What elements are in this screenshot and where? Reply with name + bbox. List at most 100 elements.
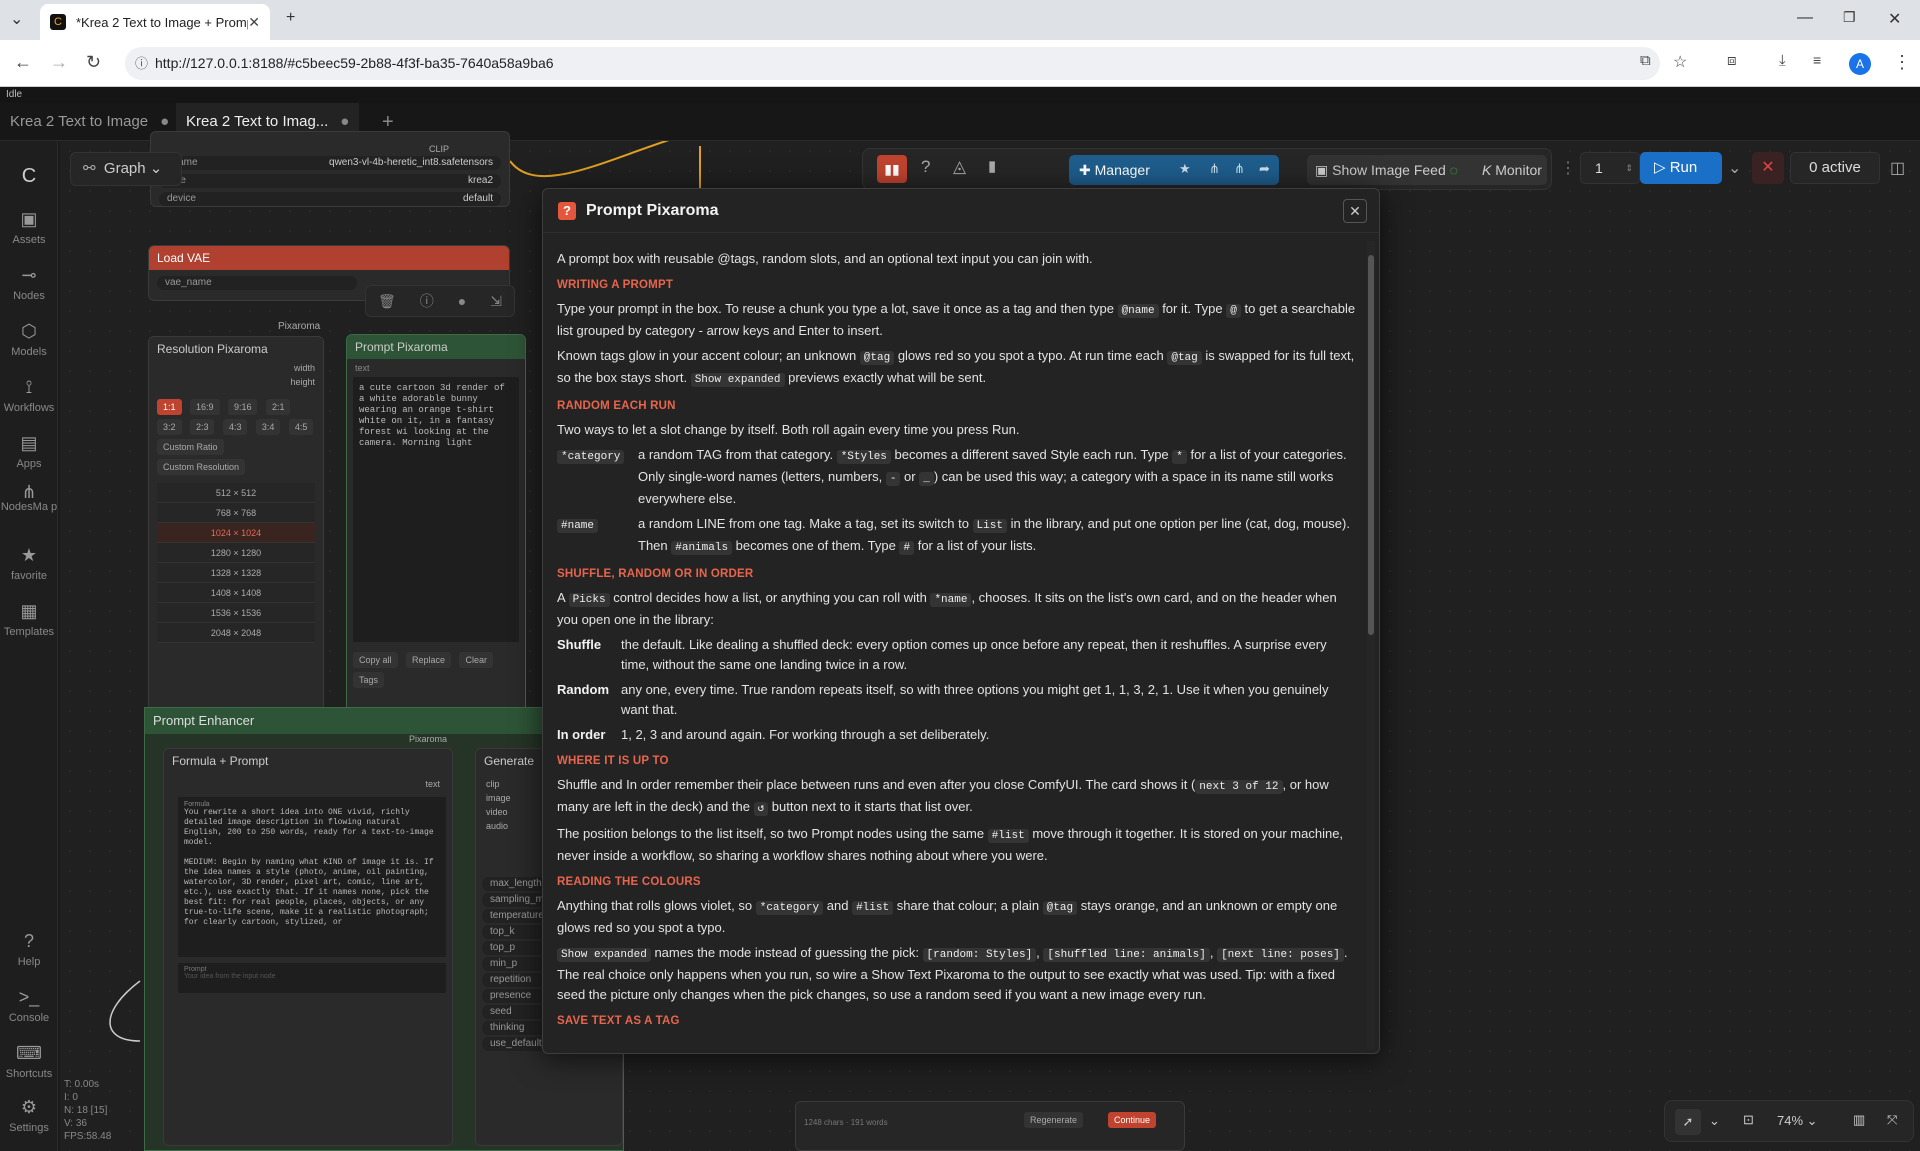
copy-all-button[interactable]: Copy all: [353, 652, 398, 668]
ratio-chip[interactable]: 4:5: [288, 419, 314, 435]
help-icon[interactable]: ?: [921, 157, 930, 177]
back-icon[interactable]: ←: [14, 52, 32, 73]
address-bar[interactable]: ⓘ http://127.0.0.1:8188/#c5beec59-2b88-4…: [125, 47, 1660, 80]
stats-icon[interactable]: ▮▮: [877, 155, 907, 183]
pixaroma-logo-icon[interactable]: ◬: [953, 157, 966, 177]
cancel-queue-icon[interactable]: ✕: [1752, 152, 1784, 184]
ratio-chip[interactable]: 1:1: [157, 399, 182, 415]
run-button[interactable]: ▷ Run: [1640, 152, 1722, 184]
site-info-icon[interactable]: ⓘ: [135, 47, 148, 80]
window-close-icon[interactable]: ✕: [1888, 9, 1901, 29]
star-icon[interactable]: ★: [1179, 161, 1191, 177]
fit-view-icon[interactable]: ⊡: [1743, 1112, 1754, 1128]
bookmark-star-icon[interactable]: ☆: [1673, 52, 1687, 72]
reload-icon[interactable]: ↻: [86, 52, 101, 73]
sidebar-item-nodesmap[interactable]: ⋔ NodesMa p: [0, 483, 58, 513]
replace-button[interactable]: Replace: [405, 652, 451, 668]
tab-search-icon[interactable]: ⌄: [10, 9, 23, 29]
extensions-icon[interactable]: ⧈: [1727, 52, 1737, 69]
downloads-icon[interactable]: ⤓: [1779, 52, 1786, 69]
sidebar-item-favorite[interactable]: ★ favorite: [0, 545, 58, 582]
restore-icon[interactable]: ❐: [1843, 9, 1856, 26]
stepper-icon[interactable]: ⇕: [1625, 153, 1633, 183]
formula-prompt-node[interactable]: Formula + Prompt text Formula You rewrit…: [163, 748, 453, 1146]
run-options-chevron-icon[interactable]: ⌄: [1728, 158, 1741, 178]
forward-icon[interactable]: →: [50, 52, 68, 73]
graph-breadcrumb[interactable]: ⚯ Graph ⌄: [70, 152, 182, 186]
dialog-close-button[interactable]: ✕: [1343, 199, 1367, 223]
profile-avatar[interactable]: A: [1849, 53, 1871, 75]
custom-resolution-button[interactable]: Custom Resolution: [157, 459, 246, 475]
prompt-textarea[interactable]: a cute cartoon 3d render of a white ador…: [353, 377, 519, 642]
size-option[interactable]: 1328 × 1328: [157, 563, 315, 583]
sidebar-item-workflows[interactable]: ⟟ Workflows: [0, 377, 58, 414]
continue-button[interactable]: Continue: [1108, 1112, 1157, 1128]
graph-stats: T: 0.00s I: 0 N: 18 [15] V: 36 FPS:58.48: [64, 1078, 111, 1143]
size-option[interactable]: 2048 × 2048: [157, 623, 315, 643]
browser-tab[interactable]: C *Krea 2 Text to Image + Prompt ✕: [40, 4, 270, 40]
sidebar-item-shortcuts[interactable]: ⌨ Shortcuts: [0, 1043, 58, 1080]
comfy-logo-icon[interactable]: C: [0, 165, 58, 192]
custom-ratio-button[interactable]: Custom Ratio: [157, 439, 224, 455]
sidebar-item-assets[interactable]: ▣ Assets: [0, 209, 58, 246]
manager-button[interactable]: ✚ Manager: [1079, 162, 1150, 179]
nodes-icon[interactable]: ⋔: [1209, 161, 1220, 177]
show-image-feed-button[interactable]: ▣ Show Image Feed ◌: [1315, 162, 1458, 178]
monitor-button[interactable]: K Monitor: [1482, 155, 1542, 185]
link-visibility-icon[interactable]: ⤧: [1887, 1112, 1897, 1128]
tool-chevron-icon[interactable]: ⌄: [1709, 1113, 1720, 1129]
size-option[interactable]: 512 × 512: [157, 483, 315, 503]
regenerate-button[interactable]: Regenerate: [1024, 1112, 1084, 1128]
browser-menu-icon[interactable]: ⋮: [1893, 52, 1911, 73]
ratio-chip[interactable]: 2:3: [189, 419, 215, 435]
ratio-chip[interactable]: 4:3: [222, 419, 248, 435]
sidebar-item-templates[interactable]: ▦ Templates: [0, 601, 58, 638]
info-icon[interactable]: ⓘ: [420, 291, 434, 311]
panel-toggle-icon[interactable]: ◫: [1890, 158, 1905, 178]
delete-icon[interactable]: 🗑: [378, 293, 396, 310]
sidebar-item-apps[interactable]: ▤ Apps: [0, 433, 58, 470]
size-option[interactable]: 768 × 768: [157, 503, 315, 523]
formula-textarea[interactable]: Formula You rewrite a short idea into ON…: [178, 797, 446, 957]
color-icon[interactable]: ●: [458, 293, 466, 309]
reading-list-icon[interactable]: ≡: [1813, 52, 1821, 68]
new-tab-icon[interactable]: +: [286, 9, 295, 27]
ratio-chip[interactable]: 9:16: [227, 399, 258, 415]
size-option-selected[interactable]: 1024 × 1024: [157, 523, 315, 543]
vae-name-field[interactable]: vae_name: [157, 276, 357, 290]
minimap-icon[interactable]: ▥: [1853, 1112, 1865, 1128]
ratio-chip[interactable]: 2:1: [265, 399, 291, 415]
clear-button[interactable]: Clear: [459, 652, 493, 668]
sidebar-item-help[interactable]: ? Help: [0, 931, 58, 968]
device-field[interactable]: device default: [159, 192, 501, 206]
queue-count-input[interactable]: 1 ⇕: [1580, 152, 1640, 184]
clip-loader-node[interactable]: CLIP _name qwen3-vl-4b-heretic_int8.safet…: [150, 131, 510, 207]
zoom-level[interactable]: 74% ⌄: [1777, 1113, 1818, 1129]
type-field[interactable]: typekrea2: [159, 174, 501, 188]
ratio-chip[interactable]: 16:9: [189, 399, 220, 415]
ratio-chip[interactable]: 3:4: [255, 419, 281, 435]
sidebar-item-models[interactable]: ⬡ Models: [0, 321, 58, 358]
clip-name-field[interactable]: _name qwen3-vl-4b-heretic_int8.safetensor…: [159, 156, 501, 170]
scrollbar-thumb[interactable]: [1368, 255, 1374, 635]
install-app-icon[interactable]: ⧉: [1640, 52, 1651, 69]
select-tool-icon[interactable]: ➚: [1675, 1109, 1701, 1135]
models-icon[interactable]: ⋔: [1234, 161, 1245, 177]
bookmark-icon[interactable]: ▮: [988, 157, 996, 175]
close-tab-icon[interactable]: ✕: [248, 14, 260, 31]
minimize-icon[interactable]: —: [1797, 9, 1813, 27]
size-option[interactable]: 1280 × 1280: [157, 543, 315, 563]
size-option[interactable]: 1408 × 1408: [157, 583, 315, 603]
sidebar-item-settings[interactable]: ⚙ Settings: [0, 1097, 58, 1134]
prompt-input-area[interactable]: Prompt Your idea from the input node: [178, 963, 446, 993]
bypass-icon[interactable]: ⇲: [490, 293, 502, 310]
sidebar-item-console[interactable]: >_ Console: [0, 987, 58, 1024]
dialog-scrollbar[interactable]: [1367, 241, 1375, 1049]
ratio-chip[interactable]: 3:2: [157, 419, 182, 435]
size-option[interactable]: 1536 × 1536: [157, 603, 315, 623]
sidebar-item-nodes[interactable]: ⊸ Nodes: [0, 265, 58, 302]
active-queue-badge[interactable]: 0 active: [1790, 152, 1880, 184]
share-icon[interactable]: ➦: [1259, 161, 1270, 177]
tags-button[interactable]: Tags: [353, 672, 385, 688]
clip-name-value: qwen3-vl-4b-heretic_int8.safetensors: [329, 157, 493, 168]
